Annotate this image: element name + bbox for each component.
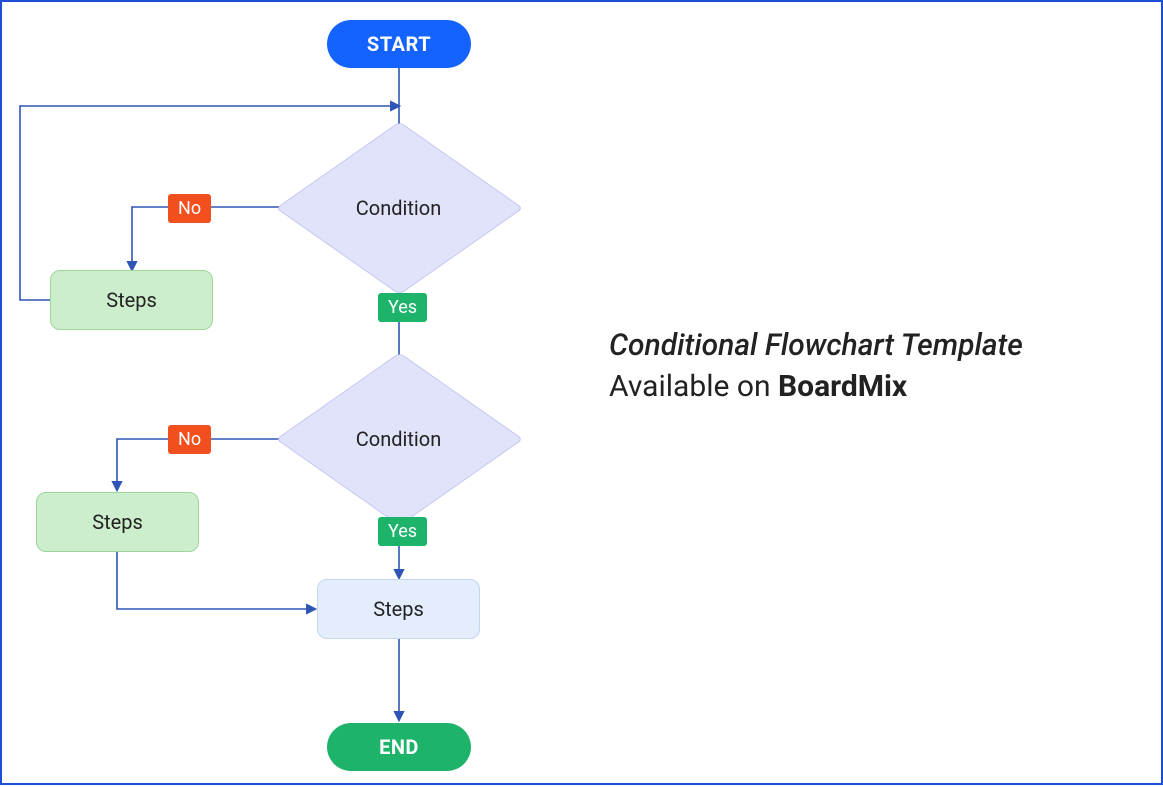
caption: Conditional Flowchart Template Available… <box>609 326 1023 407</box>
flowchart-frame: START Condition No Yes Steps Condition N… <box>0 0 1163 785</box>
start-node: START <box>327 20 471 68</box>
condition-1-label-wrap: Condition <box>312 167 485 248</box>
steps-node-left-2: Steps <box>36 492 199 552</box>
caption-brand: BoardMix <box>778 369 907 404</box>
yes-tag-2: Yes <box>378 517 427 546</box>
no-tag-1: No <box>168 194 211 223</box>
steps-node-main: Steps <box>317 579 480 639</box>
caption-available: Available on <box>609 369 778 404</box>
end-node: END <box>327 723 471 771</box>
no-tag-2: No <box>168 425 211 454</box>
caption-title: Conditional Flowchart Template <box>609 326 1023 367</box>
steps-node-left-1: Steps <box>50 270 213 330</box>
caption-line2: Available on BoardMix <box>609 367 1023 408</box>
steps-label-left-2: Steps <box>92 510 143 534</box>
steps-label-left-1: Steps <box>106 288 157 312</box>
steps-label-main: Steps <box>373 597 424 621</box>
condition-2-label-wrap: Condition <box>312 398 485 479</box>
end-label: END <box>379 735 419 759</box>
start-label: START <box>367 32 431 56</box>
condition-2-label: Condition <box>356 427 441 451</box>
yes-tag-1: Yes <box>378 293 427 322</box>
condition-1-label: Condition <box>356 196 441 220</box>
